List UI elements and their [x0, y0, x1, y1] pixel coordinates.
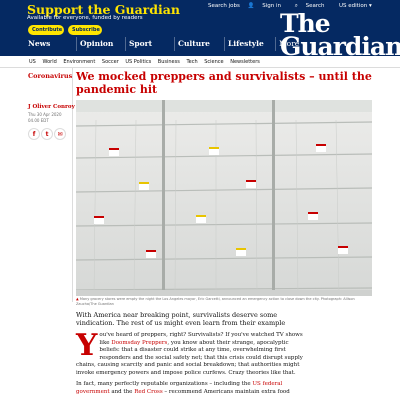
- share-email-button[interactable]: ✉: [54, 128, 66, 140]
- byline[interactable]: J Oliver Conroy: [28, 104, 75, 110]
- sign-in-label: Sign in: [262, 3, 282, 9]
- sub-nav: US World Environment Soccer US Politics …: [0, 56, 400, 68]
- headline: We mocked preppers and survivalists – un…: [76, 70, 372, 96]
- email-icon: ✉: [57, 130, 63, 138]
- subnav-soccer[interactable]: Soccer: [102, 59, 119, 65]
- support-subtitle: Available for everyone, funded by reader…: [27, 15, 143, 21]
- subnav-business[interactable]: Business: [158, 59, 180, 65]
- contribute-button[interactable]: Contribute →: [28, 25, 68, 35]
- user-icon: 👤: [247, 3, 255, 9]
- nav-opinion[interactable]: Opinion: [76, 37, 125, 51]
- chevron-down-icon: ▾: [301, 39, 306, 48]
- subscribe-label: Subscribe: [72, 27, 100, 33]
- article-photo: [76, 100, 372, 296]
- paragraph-2: In fact, many perfectly reputable organi…: [76, 381, 306, 396]
- nav-more[interactable]: More ▾: [275, 37, 306, 51]
- subnav-world[interactable]: World: [42, 59, 56, 65]
- caption-triangle-icon: ▲: [76, 297, 79, 301]
- publish-date: Thu 30 Apr 2020 04.00 EDT: [28, 112, 62, 123]
- para2-text-mid: and the: [109, 388, 135, 395]
- doomsday-preppers-link[interactable]: Doomsday Preppers: [111, 340, 167, 346]
- article-body: You've heard of preppers, right? Surviva…: [76, 328, 306, 396]
- subnav-us[interactable]: US: [29, 59, 36, 65]
- paragraph-1: You've heard of preppers, right? Surviva…: [76, 328, 306, 377]
- red-cross-link[interactable]: Red Cross: [134, 389, 162, 395]
- subnav-us-politics[interactable]: US Politics: [125, 59, 151, 65]
- nav-more-label: More: [279, 39, 300, 48]
- caption-text: Many grocery stores were empty the night…: [76, 297, 355, 306]
- drop-cap: Y: [76, 328, 98, 363]
- search-jobs-link[interactable]: Search jobs: [208, 3, 240, 9]
- subnav-environment[interactable]: Environment: [63, 59, 95, 65]
- masthead: Support the Guardian Available for every…: [0, 0, 400, 59]
- para2-text-end: – recommend Americans maintain extra foo…: [162, 388, 290, 395]
- edition-label: US edition: [339, 3, 368, 9]
- share-facebook-button[interactable]: f: [28, 128, 40, 140]
- subnav-tech[interactable]: Tech: [186, 59, 197, 65]
- standfirst: With America near breaking point, surviv…: [76, 311, 286, 327]
- twitter-icon: t: [45, 130, 49, 138]
- pillar-nav: News Opinion Sport Culture Lifestyle Mor…: [0, 37, 400, 51]
- guardian-logo[interactable]: The Guardian: [280, 11, 400, 59]
- share-twitter-button[interactable]: t: [41, 128, 53, 140]
- arrow-right-icon: →: [101, 27, 107, 33]
- para2-text-start: In fact, many perfectly reputable organi…: [76, 381, 253, 387]
- facebook-icon: f: [32, 130, 36, 138]
- nav-culture[interactable]: Culture: [174, 37, 224, 51]
- photo-caption: ▲ Many grocery stores were empty the nig…: [76, 297, 372, 307]
- edition-selector[interactable]: US edition ▾: [339, 3, 372, 9]
- nav-lifestyle[interactable]: Lifestyle: [224, 37, 274, 51]
- subscribe-button[interactable]: Subscribe →: [68, 25, 106, 35]
- contribute-label: Contribute: [32, 27, 63, 33]
- nav-news[interactable]: News: [25, 37, 76, 51]
- subnav-science[interactable]: Science: [204, 59, 223, 65]
- section-tag[interactable]: Coronavirus: [28, 72, 72, 80]
- empty-shelves-image: [76, 100, 372, 296]
- chevron-down-icon: ▾: [368, 3, 372, 9]
- nav-sport[interactable]: Sport: [125, 37, 174, 51]
- subnav-newsletters[interactable]: Newsletters: [230, 59, 260, 65]
